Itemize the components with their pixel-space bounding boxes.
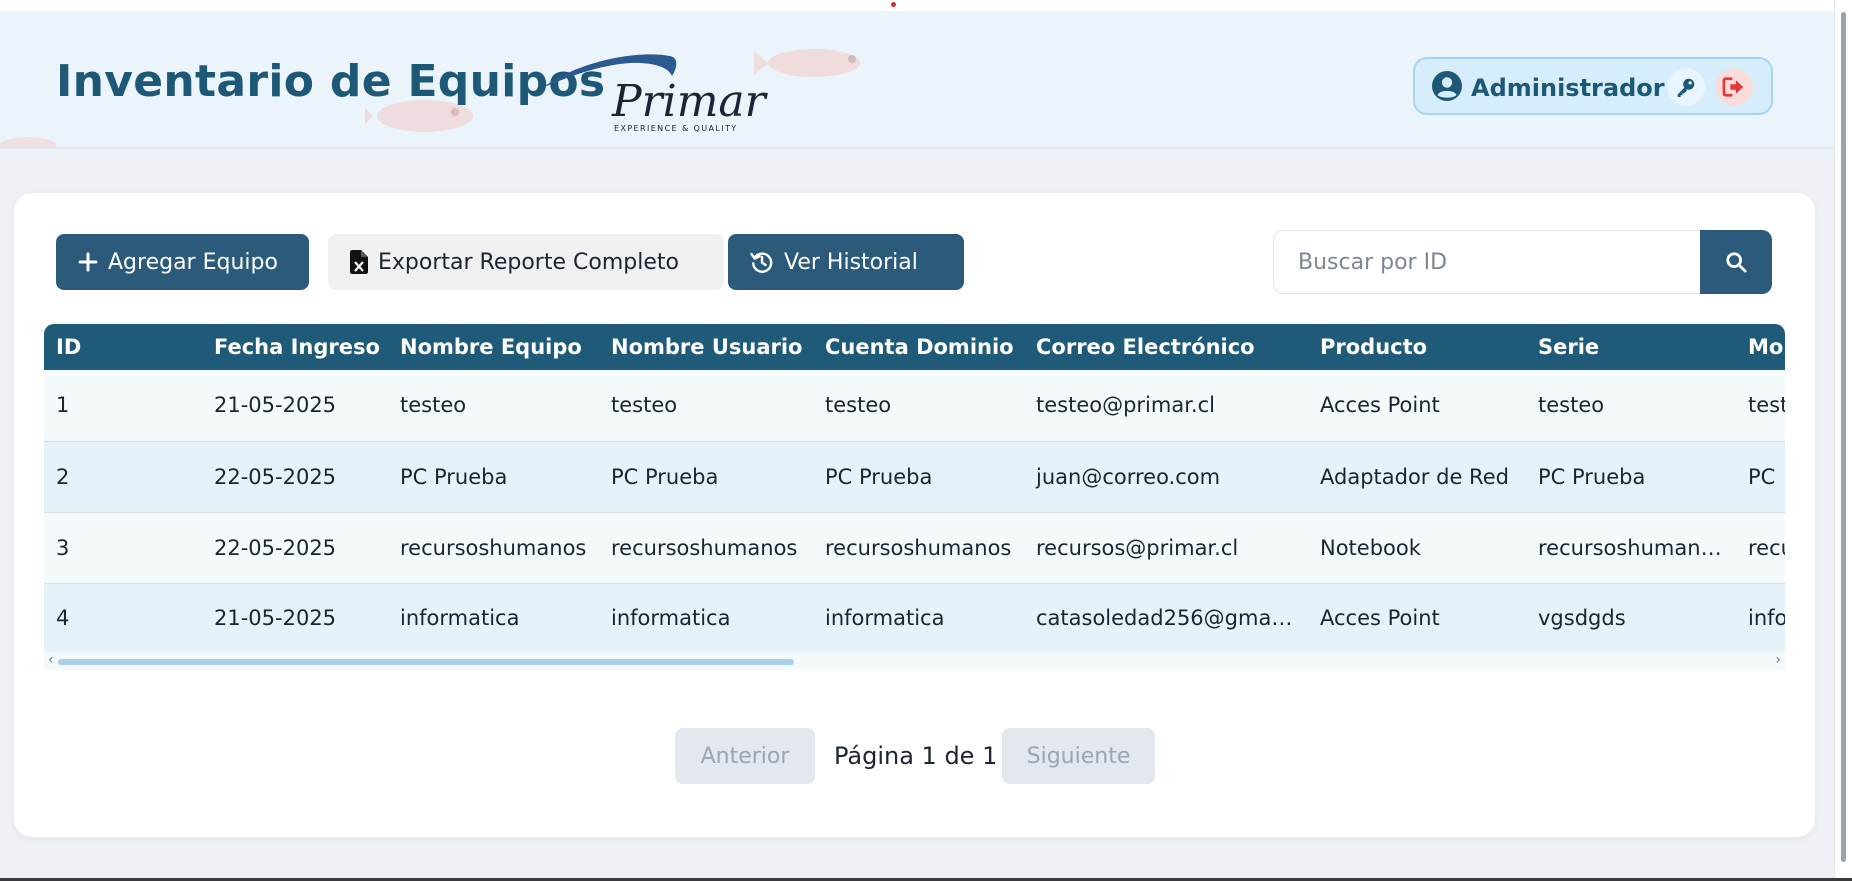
cell-producto: Acces Point bbox=[1308, 370, 1526, 442]
cell-fecha-ingreso: 22-05-2025 bbox=[202, 512, 388, 584]
table-header-row: ID Fecha Ingreso Nombre Equipo Nombre Us… bbox=[44, 324, 1785, 370]
cell-nombre-usuario: testeo bbox=[599, 370, 813, 442]
cell-nombre-usuario: PC Prueba bbox=[599, 441, 813, 513]
cell-serie: testeo bbox=[1526, 370, 1736, 442]
browser-top-strip bbox=[0, 0, 1852, 11]
table-row[interactable]: 2 22-05-2025 PC Prueba PC Prueba PC Prue… bbox=[44, 441, 1785, 513]
cell-nombre-equipo: testeo bbox=[388, 370, 599, 442]
column-header-fecha-ingreso[interactable]: Fecha Ingreso bbox=[202, 324, 388, 370]
next-page-button[interactable]: Siguiente bbox=[1002, 728, 1155, 784]
search-icon bbox=[1726, 252, 1747, 273]
cell-cuenta-dominio: PC Prueba bbox=[813, 441, 1024, 513]
column-header-modelo[interactable]: Mo bbox=[1736, 324, 1785, 370]
excel-file-icon bbox=[350, 250, 368, 274]
cell-cuenta-dominio: testeo bbox=[813, 370, 1024, 442]
inventory-table-container: ID Fecha Ingreso Nombre Equipo Nombre Us… bbox=[44, 324, 1785, 670]
page-scrollbar-thumb[interactable] bbox=[1841, 12, 1846, 862]
column-header-producto[interactable]: Producto bbox=[1308, 324, 1526, 370]
user-circle-icon bbox=[1432, 71, 1462, 101]
plus-icon bbox=[78, 252, 98, 272]
cell-nombre-usuario: informatica bbox=[599, 583, 813, 653]
add-equipment-button[interactable]: Agregar Equipo bbox=[56, 234, 309, 290]
cell-nombre-equipo: PC Prueba bbox=[388, 441, 599, 513]
cell-modelo: test bbox=[1736, 370, 1785, 442]
column-header-correo[interactable]: Correo Electrónico bbox=[1024, 324, 1308, 370]
column-header-nombre-usuario[interactable]: Nombre Usuario bbox=[599, 324, 813, 370]
cell-nombre-equipo: informatica bbox=[388, 583, 599, 653]
cell-id: 2 bbox=[44, 441, 202, 513]
cell-serie: recursoshumanos bbox=[1526, 512, 1736, 584]
add-equipment-label: Agregar Equipo bbox=[108, 249, 278, 275]
inventory-panel: Agregar Equipo Exportar Reporte Completo… bbox=[14, 193, 1815, 837]
cell-fecha-ingreso: 21-05-2025 bbox=[202, 583, 388, 653]
cell-producto: Acces Point bbox=[1308, 583, 1526, 653]
previous-page-button[interactable]: Anterior bbox=[675, 728, 815, 784]
cell-id: 1 bbox=[44, 370, 202, 442]
logo-wordmark: Primar bbox=[612, 76, 766, 127]
history-icon bbox=[750, 252, 773, 273]
column-header-serie[interactable]: Serie bbox=[1526, 324, 1736, 370]
decorative-fish-corner bbox=[0, 137, 56, 147]
cell-correo: recursos@primar.cl bbox=[1024, 512, 1308, 584]
page-title: Inventario de Equipos bbox=[56, 56, 606, 107]
cell-modelo: PC bbox=[1736, 441, 1785, 513]
table-row[interactable]: 3 22-05-2025 recursoshumanos recursoshum… bbox=[44, 512, 1785, 584]
page-indicator: Página 1 de 1 bbox=[834, 742, 998, 770]
cell-fecha-ingreso: 21-05-2025 bbox=[202, 370, 388, 442]
cell-serie: vgsdgds bbox=[1526, 583, 1736, 653]
sign-out-icon bbox=[1722, 77, 1744, 97]
cell-correo: catasoledad256@gmail.... bbox=[1024, 583, 1308, 653]
cell-modelo: info bbox=[1736, 583, 1785, 653]
search-input[interactable] bbox=[1273, 230, 1703, 294]
pagination: Anterior Página 1 de 1 Siguiente bbox=[14, 728, 1815, 784]
cell-cuenta-dominio: recursoshumanos bbox=[813, 512, 1024, 584]
export-report-button[interactable]: Exportar Reporte Completo bbox=[328, 234, 724, 290]
cell-nombre-equipo: recursoshumanos bbox=[388, 512, 599, 584]
cell-producto: Adaptador de Red bbox=[1308, 441, 1526, 513]
table-row[interactable]: 4 21-05-2025 informatica informatica inf… bbox=[44, 583, 1785, 653]
recording-dot bbox=[891, 2, 896, 7]
logout-button[interactable] bbox=[1715, 68, 1753, 106]
cell-serie: PC Prueba bbox=[1526, 441, 1736, 513]
scroll-right-arrow-icon[interactable]: › bbox=[1775, 652, 1781, 668]
cell-producto: Notebook bbox=[1308, 512, 1526, 584]
view-history-button[interactable]: Ver Historial bbox=[728, 234, 964, 290]
search-button[interactable] bbox=[1700, 230, 1772, 294]
user-panel: Administrador bbox=[1413, 57, 1773, 115]
page-header: Inventario de Equipos Primar EXPERIENCE … bbox=[0, 11, 1834, 149]
column-header-cuenta-dominio[interactable]: Cuenta Dominio bbox=[813, 324, 1024, 370]
change-password-button[interactable] bbox=[1667, 68, 1705, 106]
view-history-label: Ver Historial bbox=[784, 249, 918, 275]
table-horizontal-scrollbar[interactable]: ‹ › bbox=[44, 652, 1785, 670]
primar-logo: Primar EXPERIENCE & QUALITY bbox=[540, 46, 766, 133]
export-report-label: Exportar Reporte Completo bbox=[378, 249, 679, 275]
table-row[interactable]: 1 21-05-2025 testeo testeo testeo testeo… bbox=[44, 370, 1785, 442]
cell-id: 4 bbox=[44, 583, 202, 653]
cell-id: 3 bbox=[44, 512, 202, 584]
logo-tagline: EXPERIENCE & QUALITY bbox=[614, 124, 738, 133]
scroll-left-arrow-icon[interactable]: ‹ bbox=[48, 652, 54, 668]
cell-correo: juan@correo.com bbox=[1024, 441, 1308, 513]
user-name: Administrador bbox=[1471, 74, 1665, 102]
cell-correo: testeo@primar.cl bbox=[1024, 370, 1308, 442]
key-icon bbox=[1677, 78, 1695, 98]
inventory-table: ID Fecha Ingreso Nombre Equipo Nombre Us… bbox=[44, 324, 1785, 653]
column-header-nombre-equipo[interactable]: Nombre Equipo bbox=[388, 324, 599, 370]
cell-modelo: recu bbox=[1736, 512, 1785, 584]
decorative-fish-right bbox=[754, 49, 860, 77]
scrollbar-thumb[interactable] bbox=[58, 659, 794, 665]
cell-cuenta-dominio: informatica bbox=[813, 583, 1024, 653]
cell-nombre-usuario: recursoshumanos bbox=[599, 512, 813, 584]
column-header-id[interactable]: ID bbox=[44, 324, 202, 370]
page-vertical-scrollbar[interactable] bbox=[1834, 0, 1852, 881]
cell-fecha-ingreso: 22-05-2025 bbox=[202, 441, 388, 513]
